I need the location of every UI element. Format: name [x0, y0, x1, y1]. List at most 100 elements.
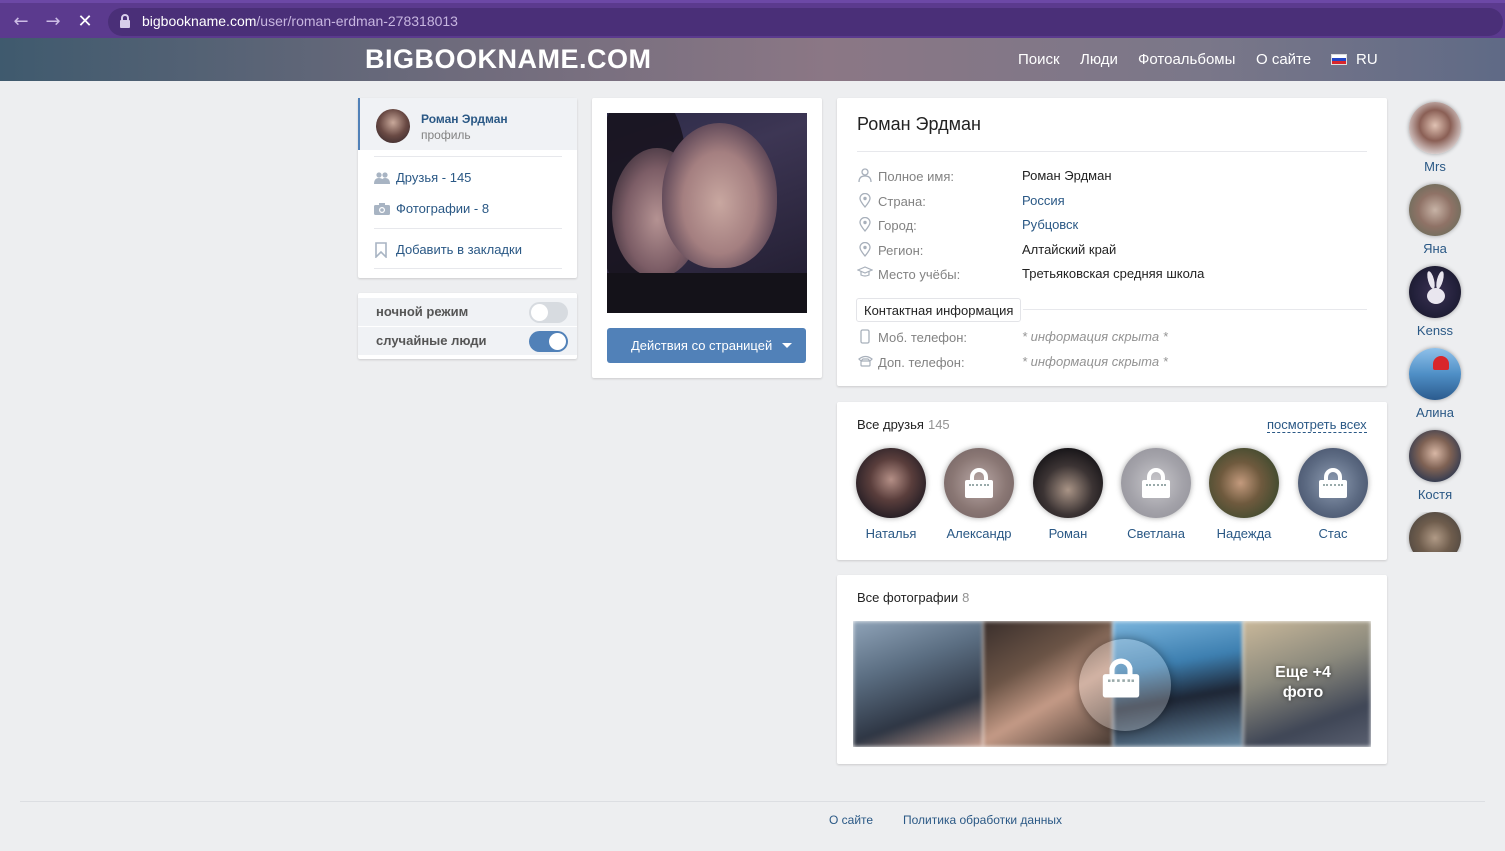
lock-icon [965, 468, 993, 498]
friends-icon [374, 172, 390, 184]
avatar [1298, 448, 1368, 518]
page-actions-button[interactable]: Действия со страницей [607, 328, 806, 363]
lock-icon [1102, 658, 1140, 698]
random-person[interactable]: Mrs [1406, 102, 1464, 182]
nav-albums[interactable]: Фотоальбомы [1138, 51, 1235, 68]
avatar [1209, 448, 1279, 518]
mobile-phone-icon [857, 329, 873, 345]
location-icon [857, 216, 873, 233]
photo-thumbnail[interactable] [853, 621, 983, 747]
friends-title: Все друзья 145 [857, 417, 950, 432]
field-value: Алтайский край [1022, 242, 1117, 257]
photos-card: Все фотографии 8 Еще +4 фото [837, 575, 1387, 764]
random-person-name: Kenss [1416, 323, 1454, 338]
language-switch[interactable]: RU [1356, 51, 1378, 68]
nav-people[interactable]: Люди [1080, 51, 1118, 68]
divider [857, 151, 1367, 152]
footer-divider [20, 801, 1485, 802]
avatar [944, 448, 1014, 518]
arrow-left-icon[interactable]: ← [10, 11, 32, 33]
main-photo-card: Действия со страницей [592, 98, 822, 378]
lock-icon [1142, 468, 1170, 498]
field-value: * информация скрыта * [1022, 329, 1168, 344]
friend-card[interactable]: Александр [934, 448, 1022, 548]
random-person-name: Костя [1417, 487, 1453, 502]
field-region: Регион: Алтайский край [857, 241, 1367, 261]
field-value: * информация скрыта * [1022, 354, 1168, 369]
address-bar[interactable]: bigbookname.com/user/roman-erdman-278318… [108, 8, 1503, 36]
field-label: Доп. телефон: [878, 355, 965, 370]
url-text[interactable]: bigbookname.com/user/roman-erdman-278318… [142, 13, 458, 29]
page-actions-label: Действия со страницей [631, 338, 773, 353]
random-people-toggle[interactable] [529, 331, 568, 352]
more-photos-label[interactable]: Еще +4 фото [1243, 663, 1363, 703]
divider [374, 156, 562, 157]
arrow-right-icon[interactable]: → [42, 11, 64, 33]
nav-about[interactable]: О сайте [1256, 51, 1311, 68]
profile-name-title: Роман Эрдман [857, 114, 981, 134]
user-icon [857, 168, 873, 184]
avatar [1121, 448, 1191, 518]
field-value: Третьяковская средняя школа [1022, 266, 1205, 281]
menu-profile-name: Роман Эрдман [421, 112, 508, 126]
avatar [376, 109, 410, 143]
lock-icon [120, 14, 130, 28]
footer-about-link[interactable]: О сайте [829, 813, 873, 827]
field-extra-phone: Доп. телефон: * информация скрыта * [857, 353, 1367, 373]
divider [374, 268, 562, 269]
add-bookmark-link[interactable]: Добавить в закладки [396, 242, 522, 257]
friends-card: Все друзья 145 посмотреть всех Наталья Ал… [837, 402, 1387, 560]
friend-card[interactable]: Надежда [1199, 448, 1287, 548]
bookmark-icon [375, 242, 387, 258]
avatar [1409, 430, 1461, 482]
field-city: Город: Рубцовск [857, 216, 1367, 236]
browser-toolbar: ← → ✕ bigbookname.com/user/roman-erdman-… [0, 0, 1505, 38]
lock-icon [1319, 468, 1347, 498]
random-people-row: случайные люди [358, 327, 577, 355]
close-icon[interactable]: ✕ [74, 11, 96, 33]
friend-name: Наталья [865, 526, 917, 541]
see-all-friends-link[interactable]: посмотреть всех [1267, 417, 1367, 433]
random-people-label: случайные люди [376, 333, 487, 348]
field-label: Место учёбы: [878, 267, 961, 282]
footer-privacy-link[interactable]: Политика обработки данных [903, 813, 1062, 827]
toggles-card: ночной режим случайные люди [358, 293, 577, 359]
field-education: Место учёбы: Третьяковская средняя школа [856, 265, 1367, 285]
menu-profile-sub: профиль [421, 128, 471, 142]
avatar [856, 448, 926, 518]
friend-card[interactable]: Наталья [846, 448, 934, 548]
russia-flag-icon[interactable] [1331, 54, 1347, 65]
friend-name: Александр [946, 526, 1012, 541]
field-mobile-phone: Моб. телефон: * информация скрыта * [857, 328, 1367, 348]
caret-down-icon [782, 343, 792, 348]
menu-friends-link[interactable]: Друзья - 145 [396, 170, 471, 185]
avatar [1409, 266, 1461, 318]
field-label: Моб. телефон: [878, 330, 968, 345]
friend-card[interactable]: Стас [1288, 448, 1376, 548]
bunny-logo-icon [1427, 271, 1445, 304]
site-logo[interactable]: BIGBOOKNAME.COM [365, 44, 652, 75]
contact-info-tab[interactable]: Контактная информация [856, 298, 1022, 322]
friend-card[interactable]: Светлана [1111, 448, 1199, 548]
menu-photos-link[interactable]: Фотографии - 8 [396, 201, 489, 216]
random-person[interactable]: Алина [1406, 348, 1464, 428]
country-link[interactable]: Россия [1022, 193, 1065, 208]
profile-photo[interactable] [607, 113, 807, 313]
avatar [1409, 102, 1461, 154]
city-link[interactable]: Рубцовск [1022, 217, 1078, 232]
field-value: Роман Эрдман [1022, 168, 1112, 183]
night-mode-toggle[interactable] [529, 302, 568, 323]
field-label: Регион: [878, 243, 924, 258]
random-person[interactable] [1406, 512, 1464, 552]
night-mode-row: ночной режим [358, 298, 577, 326]
friend-card[interactable]: Роман [1023, 448, 1111, 548]
photo-strip[interactable]: Еще +4 фото [853, 621, 1371, 747]
nav-search[interactable]: Поиск [1018, 51, 1060, 68]
random-person[interactable]: Костя [1406, 430, 1464, 510]
random-person-name: Mrs [1424, 159, 1446, 174]
random-person[interactable]: Kenss [1406, 266, 1464, 346]
menu-profile[interactable]: Роман Эрдман профиль [358, 98, 577, 150]
random-person-name: Алина [1416, 405, 1454, 420]
graduation-cap-icon [856, 266, 874, 282]
random-person[interactable]: Яна [1406, 184, 1464, 264]
